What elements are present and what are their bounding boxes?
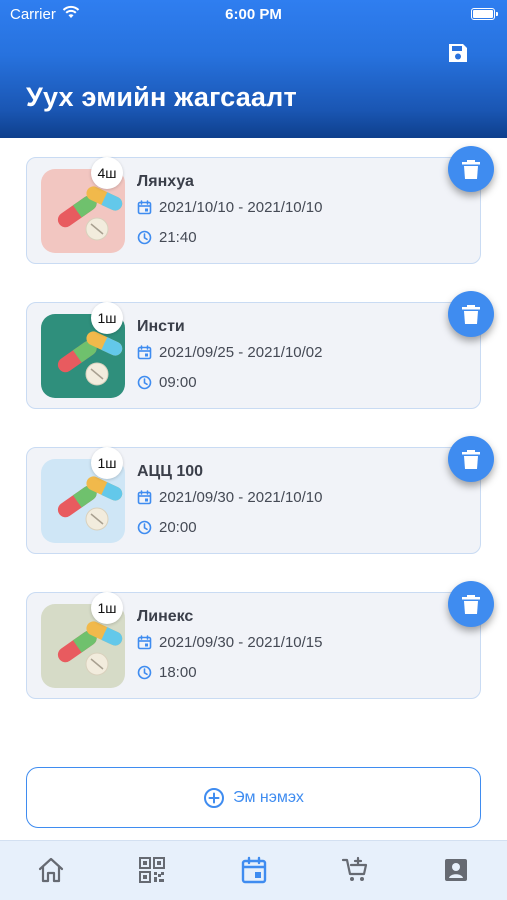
calendar-small-icon xyxy=(137,490,152,505)
quantity-badge: 1ш xyxy=(91,447,123,479)
delete-button[interactable] xyxy=(448,581,494,627)
medication-name: АЦЦ 100 xyxy=(137,463,204,480)
delete-button[interactable] xyxy=(448,146,494,192)
quantity-badge: 1ш xyxy=(91,302,123,334)
tab-add-to-cart[interactable] xyxy=(304,841,405,900)
medication-card[interactable]: 1ш Линекс 2021/09/30 - 2021/10/15 18:00 xyxy=(26,581,494,699)
quantity-badge: 1ш xyxy=(91,592,123,624)
medication-name: Лянхуа xyxy=(137,173,194,190)
tab-bar xyxy=(0,840,507,900)
header: Carrier 6:00 PM Уух эмийн жагсаалт xyxy=(0,0,507,138)
tab-calendar[interactable] xyxy=(203,841,304,900)
page-title: Уух эмийн жагсаалт xyxy=(26,82,297,112)
calendar-icon xyxy=(241,856,267,884)
add-button-label: Эм нэмэх xyxy=(233,788,304,806)
cart-plus-icon xyxy=(341,856,368,881)
screen: Carrier 6:00 PM Уух эмийн жагсаалт 4ш Ля… xyxy=(0,0,507,900)
trash-icon xyxy=(462,305,480,324)
date-range: 2021/09/30 - 2021/10/10 xyxy=(159,489,323,506)
save-icon xyxy=(449,44,467,62)
add-medication-button[interactable]: Эм нэмэх xyxy=(26,767,481,828)
date-range: 2021/09/25 - 2021/10/02 xyxy=(159,344,323,361)
clock-icon xyxy=(137,520,152,535)
medication-card[interactable]: 1ш АЦЦ 100 2021/09/30 - 2021/10/10 20:00 xyxy=(26,436,494,554)
medication-card[interactable]: 1ш Инсти 2021/09/25 - 2021/10/02 09:00 xyxy=(26,291,494,409)
tab-profile[interactable] xyxy=(405,841,506,900)
dose-time: 18:00 xyxy=(159,664,197,681)
date-range: 2021/09/30 - 2021/10/15 xyxy=(159,634,323,651)
calendar-small-icon xyxy=(137,345,152,360)
date-range: 2021/10/10 - 2021/10/10 xyxy=(159,199,323,216)
dose-time: 20:00 xyxy=(159,519,197,536)
status-bar: Carrier 6:00 PM xyxy=(0,0,507,30)
dose-time: 21:40 xyxy=(159,229,197,246)
contact-card-icon xyxy=(445,859,467,881)
delete-button[interactable] xyxy=(448,436,494,482)
battery-icon xyxy=(471,8,498,20)
clock-icon xyxy=(137,375,152,390)
medication-card[interactable]: 4ш Лянхуа 2021/10/10 - 2021/10/10 21:40 xyxy=(26,146,494,264)
delete-button[interactable] xyxy=(448,291,494,337)
add-button-content: Эм нэмэх xyxy=(27,768,480,827)
calendar-small-icon xyxy=(137,200,152,215)
clock-icon xyxy=(137,665,152,680)
tab-home[interactable] xyxy=(0,841,101,900)
trash-icon xyxy=(462,160,480,179)
dose-time: 09:00 xyxy=(159,374,197,391)
tab-qr[interactable] xyxy=(101,841,202,900)
home-icon xyxy=(38,857,64,883)
qr-code-icon xyxy=(139,857,165,883)
status-time: 6:00 PM xyxy=(225,6,282,23)
clock-icon xyxy=(137,230,152,245)
save-button[interactable] xyxy=(446,41,470,65)
trash-icon xyxy=(462,595,480,614)
calendar-small-icon xyxy=(137,635,152,650)
plus-circle-icon xyxy=(204,787,225,808)
medication-name: Инсти xyxy=(137,318,185,335)
trash-icon xyxy=(462,450,480,469)
quantity-badge: 4ш xyxy=(91,157,123,189)
medication-name: Линекс xyxy=(137,608,194,625)
